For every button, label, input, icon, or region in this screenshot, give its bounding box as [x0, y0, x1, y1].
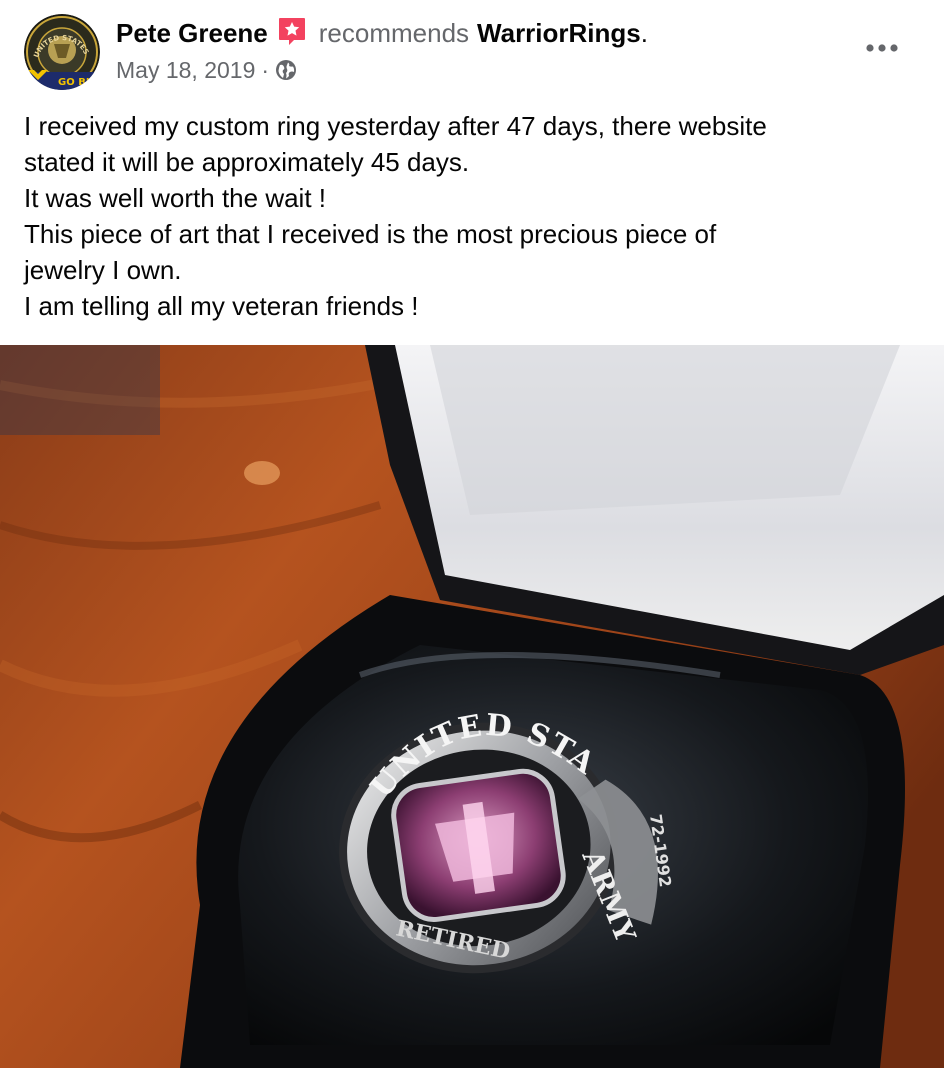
post-body-text: I received my custom ring yesterday afte…	[24, 108, 924, 324]
author-avatar[interactable]: UNITED STATES ARMY GO BLUE	[24, 14, 100, 90]
more-options-icon	[866, 44, 898, 52]
title-period: .	[640, 17, 648, 48]
post-text-line: I am telling all my veteran friends !	[24, 291, 419, 321]
post-title-line: Pete Greene recommends WarriorRings .	[116, 16, 648, 50]
page-name-link[interactable]: WarriorRings	[477, 18, 641, 49]
post-text-line: This piece of art that I received is the…	[24, 219, 717, 249]
post-text-line: jewelry I own.	[24, 255, 182, 285]
globe-icon[interactable]	[275, 59, 297, 81]
recommendation-star-icon	[277, 16, 307, 46]
recommends-verb: recommends	[318, 17, 470, 48]
post-text-line: It was well worth the wait !	[24, 183, 326, 213]
post-text-line: stated it will be approximately 45 days.	[24, 147, 470, 177]
author-name-link[interactable]: Pete Greene	[116, 18, 268, 49]
post-header: UNITED STATES ARMY GO BLUE Pete Greene r…	[0, 0, 944, 100]
more-options-button[interactable]	[860, 32, 904, 64]
avatar-banner-text: GO BLUE	[58, 77, 100, 88]
post-meta-line: May 18, 2019 ·	[116, 54, 297, 86]
facebook-recommendation-post: UNITED STATES ARMY GO BLUE Pete Greene r…	[0, 0, 944, 1068]
meta-separator: ·	[261, 56, 270, 83]
post-photo[interactable]: UNITED STATES ARMY RETIRED 72-1992	[0, 345, 944, 1068]
post-date-link[interactable]: May 18, 2019	[116, 57, 255, 84]
post-text-line: I received my custom ring yesterday afte…	[24, 111, 767, 141]
